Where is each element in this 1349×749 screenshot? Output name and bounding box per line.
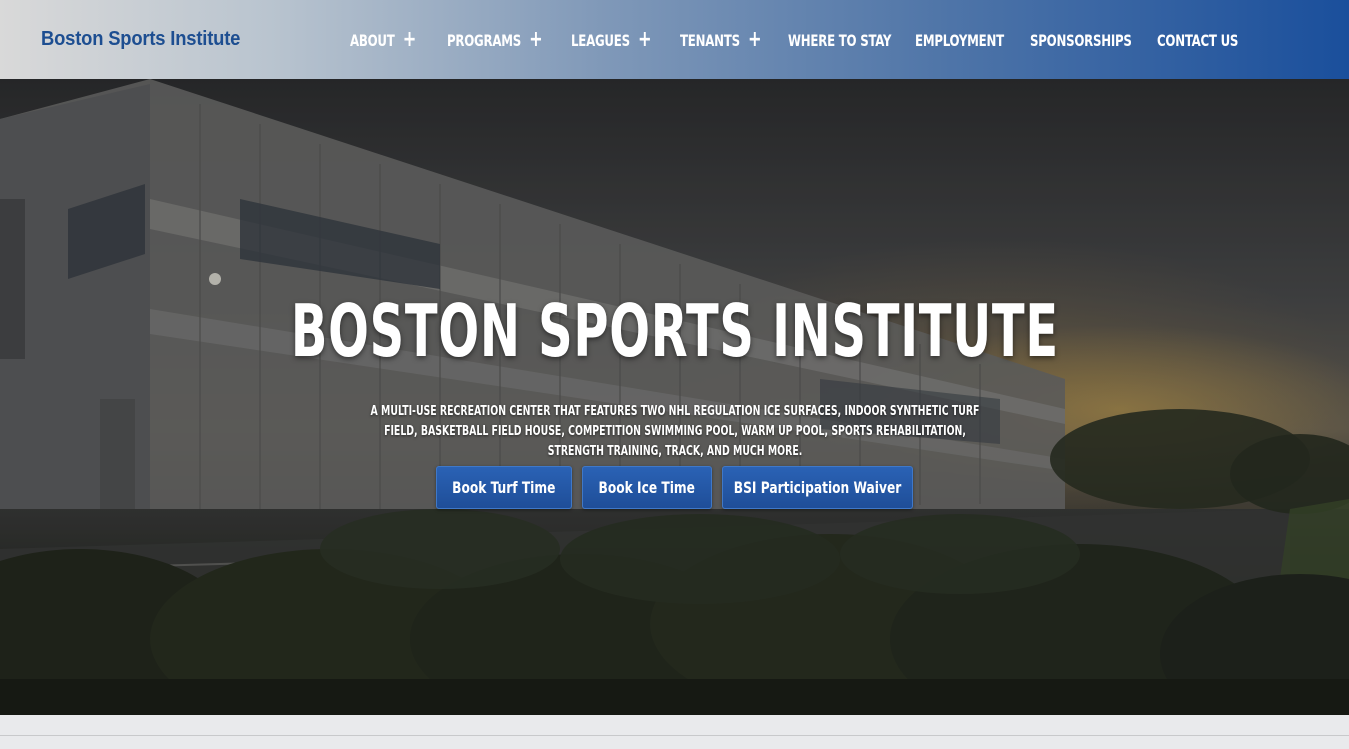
hero-subtitle: A MULTI-USE RECREATION CENTER THAT FEATU… <box>370 404 980 459</box>
site-header: Boston Sports Institute ABOUT + PROGRAMS… <box>0 0 1349 79</box>
hero-section: BOSTON SPORTS INSTITUTE A MULTI-USE RECR… <box>0 79 1349 715</box>
nav-item-label: TENANTS <box>680 30 740 50</box>
hero-overlay <box>0 79 1349 715</box>
site-logo[interactable]: Boston Sports Institute <box>41 28 240 51</box>
divider <box>0 735 1349 736</box>
nav-item-contact-us[interactable]: CONTACT US <box>1157 29 1238 51</box>
nav-item-label: LEAGUES <box>571 30 630 50</box>
hero-title: BOSTON SPORTS INSTITUTE <box>290 289 1059 373</box>
nav-item-programs[interactable]: PROGRAMS + <box>447 29 543 51</box>
nav-item-about[interactable]: ABOUT + <box>350 29 416 51</box>
below-hero-strip <box>0 715 1349 749</box>
nav-item-employment[interactable]: EMPLOYMENT <box>915 29 1004 51</box>
book-ice-time-button[interactable]: Book Ice Time <box>582 466 712 509</box>
nav-item-label: WHERE TO STAY <box>788 30 892 50</box>
plus-icon[interactable]: + <box>529 29 543 51</box>
nav-item-label: EMPLOYMENT <box>915 30 1004 50</box>
plus-icon[interactable]: + <box>403 29 417 51</box>
plus-icon[interactable]: + <box>638 29 652 51</box>
nav-item-tenants[interactable]: TENANTS + <box>680 29 762 51</box>
nav-item-label: SPONSORSHIPS <box>1030 30 1132 50</box>
nav-item-label: PROGRAMS <box>447 30 521 50</box>
participation-waiver-button[interactable]: BSI Participation Waiver <box>722 466 913 509</box>
plus-icon[interactable]: + <box>748 29 762 51</box>
nav-item-sponsorships[interactable]: SPONSORSHIPS <box>1030 29 1132 51</box>
nav-item-leagues[interactable]: LEAGUES + <box>571 29 652 51</box>
nav-item-label: ABOUT <box>350 30 395 50</box>
book-turf-time-button[interactable]: Book Turf Time <box>436 466 572 509</box>
nav-item-where-to-stay[interactable]: WHERE TO STAY <box>788 29 891 51</box>
nav-item-label: CONTACT US <box>1157 30 1239 50</box>
